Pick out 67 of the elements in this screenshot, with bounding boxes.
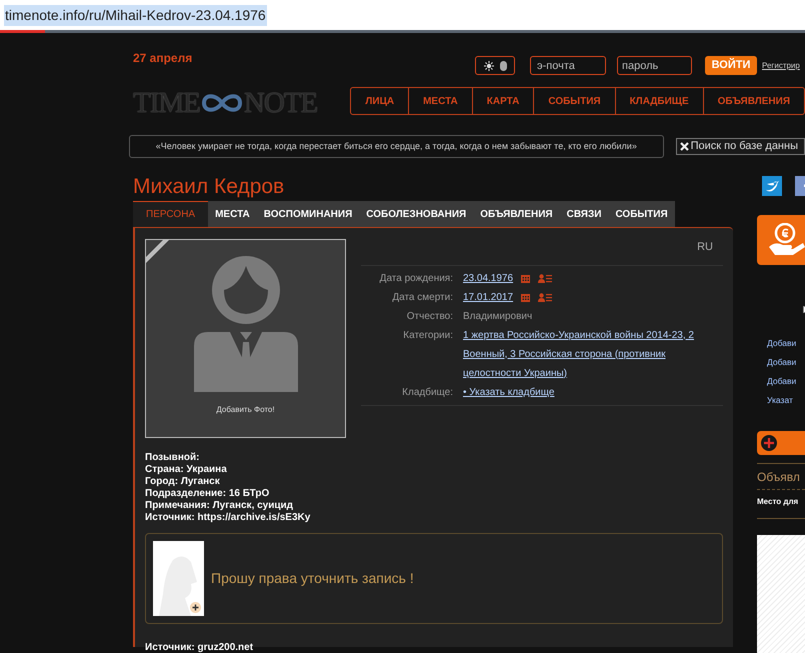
nav-link[interactable]: СОБЫТИЯ [533, 88, 615, 114]
field-value: Владимирович [463, 310, 532, 322]
person-silhouette-icon [194, 256, 298, 392]
profile-tab[interactable]: ПЕРСОНА [133, 201, 208, 227]
quote-banner: «Человек умирает не тогда, когда перестает биться его сердце, а тогда, когда о нем забывают те, кто его любили» [129, 135, 664, 158]
bird-icon[interactable] [762, 176, 782, 196]
register-link[interactable]: Регистрир [762, 60, 800, 72]
notice-text: Прошу права уточнить запись ! [211, 569, 414, 588]
field-label: Дата смерти: [391, 290, 454, 304]
sidebar-link[interactable]: Указат [767, 394, 805, 407]
sidebar-link[interactable]: Добави [767, 337, 805, 350]
email-field[interactable]: э-почта [530, 56, 606, 75]
hand-coin-icon [767, 223, 805, 257]
person-name: Михаил Кедров [133, 174, 286, 199]
detail-line: Страна: Украина [145, 464, 228, 476]
password-field[interactable]: пароль [617, 56, 692, 75]
detail-line: Подразделение: 16 БТрО [145, 488, 270, 500]
field-label: Отчество: [406, 310, 454, 324]
category-links[interactable]: 1 жертва Российско-Украинской войны 2014-23, 2 Военный, 3 Российская сторона (противник целостности Украины) [463, 326, 723, 382]
photo-frame[interactable]: Добавить Фото! [145, 239, 346, 438]
sun-icon [484, 60, 494, 70]
add-photo-text[interactable]: Добавить Фото! [216, 404, 275, 416]
detail-line: Город: Луганск [145, 476, 221, 488]
calendar-icon[interactable] [521, 292, 530, 302]
infinity-icon [200, 92, 244, 114]
ads-title: Объявл [757, 469, 801, 486]
ads-text: Место для [757, 496, 800, 508]
url-text: timenote.info/ru/Mihail-Kedrov-23.04.1976 [4, 4, 267, 26]
donate-banner[interactable] [757, 215, 805, 265]
detail-line: Источник: https://archive.is/sE3Ky [145, 512, 312, 524]
profile-tab[interactable]: МЕСТА [208, 201, 257, 227]
mourning-ribbon-icon [146, 240, 169, 263]
field-link[interactable]: • Указать кладбище [463, 386, 554, 398]
language-label: RU [697, 240, 713, 255]
profile-tab[interactable]: СОБОЛЕЗНОВАНИЯ [359, 201, 474, 227]
person-silhouette-icon [158, 554, 198, 616]
plus-circle-icon [761, 435, 777, 451]
field-link[interactable]: 23.04.1976 [463, 268, 514, 288]
current-date: 27 апреля [133, 50, 192, 65]
field-link[interactable]: 17.01.2017 [463, 288, 514, 306]
detail-line: Позывной: [145, 452, 200, 464]
sidebar-link[interactable]: Добави [767, 375, 805, 388]
detail-line: Примечания: Луганск, суицид [145, 500, 294, 512]
profile-tab[interactable]: СОБЫТИЯ [608, 201, 675, 227]
profile-tab[interactable]: ОБЪЯВЛЕНИЯ [473, 201, 560, 227]
sidebar-link[interactable]: Добави [767, 356, 805, 369]
profile-tab[interactable]: ВОСПОМИНАНИЯ [256, 201, 360, 227]
source-text: Источник: gruz200.net [145, 641, 254, 653]
person-list-icon[interactable] [538, 274, 552, 282]
nav-link[interactable]: ОБЪЯВЛЕНИЯ [702, 88, 804, 114]
address-bar[interactable]: timenote.info/ru/Mihail-Kedrov-23.04.1976 [0, 0, 805, 30]
profile-tab[interactable]: СВЯЗИ [560, 201, 608, 227]
field-label: Категории: [402, 328, 454, 342]
nav-link[interactable]: КЛАДБИЩЕ [614, 88, 703, 114]
nav-link[interactable]: КАРТА [472, 88, 534, 114]
add-button[interactable] [757, 431, 805, 455]
theme-toggle[interactable] [475, 56, 515, 75]
search-button[interactable]: Поиск по базе данны [676, 138, 805, 155]
close-icon [680, 142, 689, 151]
nav-link[interactable]: МЕСТА [408, 88, 472, 114]
person-list-icon[interactable] [538, 292, 552, 302]
field-label: Кладбище: [401, 386, 454, 400]
nav-link[interactable]: ЛИЦА [351, 88, 408, 114]
calendar-icon[interactable] [521, 274, 530, 282]
person-thumbnail[interactable] [153, 541, 204, 616]
add-icon[interactable] [190, 602, 201, 613]
field-label: Дата рождения: [378, 272, 454, 286]
